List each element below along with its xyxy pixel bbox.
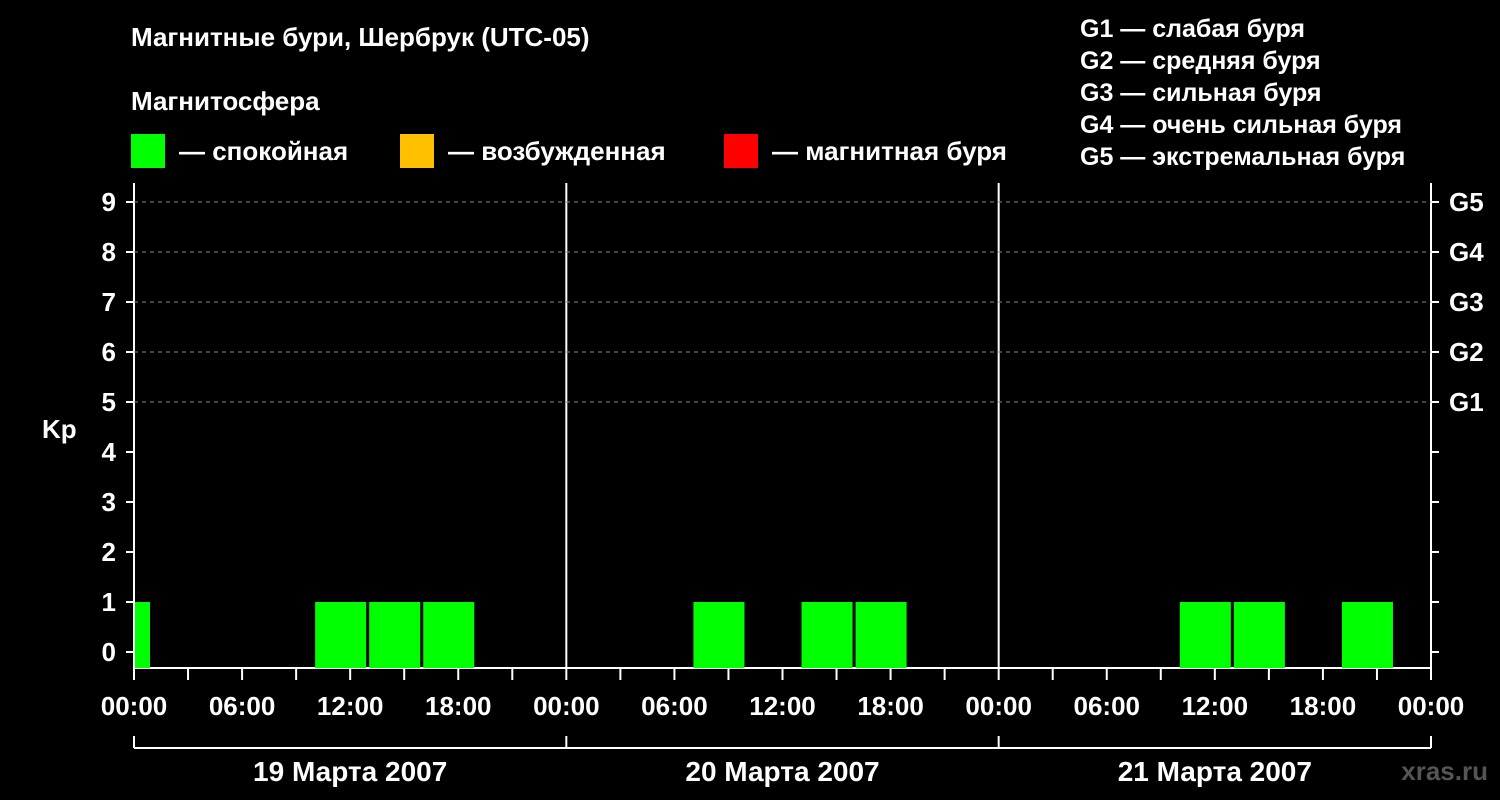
kp-bar <box>1341 602 1393 668</box>
g-level-label: G5 <box>1449 187 1484 217</box>
x-tick-label: 18:00 <box>425 691 492 721</box>
y-tick-label: 2 <box>102 537 116 567</box>
kp-bar <box>423 602 475 668</box>
y-tick-label: 1 <box>102 587 116 617</box>
kp-chart: 0 1 2 3 4 5 6 7 8 9 G1 G2 G3 G4 G5 Kp 00:00 06:00 12:00 18:… <box>42 183 1484 787</box>
x-tick-label: 00:00 <box>533 691 600 721</box>
g-level-label: G2 <box>1449 337 1484 367</box>
kp-bar <box>693 602 745 668</box>
kp-bar <box>135 602 151 668</box>
y-tick-label: 0 <box>102 637 116 667</box>
g-level-label: G3 <box>1449 287 1484 317</box>
kp-bar <box>1233 602 1285 668</box>
y-tick-label: 3 <box>102 487 116 517</box>
y-tick-label: 7 <box>102 287 116 317</box>
x-tick-label: 06:00 <box>1074 691 1141 721</box>
g-level-label: G1 <box>1449 387 1484 417</box>
y-tick-label: 4 <box>102 437 117 467</box>
y-tick-label: 8 <box>102 237 116 267</box>
x-tick-label: 12:00 <box>749 691 816 721</box>
day-label: 19 Марта 2007 <box>253 756 447 787</box>
y-axis-title: Kp <box>42 414 77 444</box>
x-tick-label: 18:00 <box>857 691 924 721</box>
kp-bar <box>855 602 907 668</box>
x-tick-label: 00:00 <box>965 691 1032 721</box>
kp-bar <box>369 602 421 668</box>
x-tick-label: 12:00 <box>1182 691 1249 721</box>
kp-bar <box>801 602 853 668</box>
kp-bar <box>315 602 367 668</box>
watermark: xras.ru <box>1401 756 1488 786</box>
day-label: 20 Марта 2007 <box>685 756 879 787</box>
day-label: 21 Марта 2007 <box>1118 756 1312 787</box>
y-tick-label: 6 <box>102 337 116 367</box>
kp-bar <box>1179 602 1231 668</box>
y-tick-label: 9 <box>102 187 116 217</box>
g-level-label: G4 <box>1449 237 1484 267</box>
x-tick-label: 06:00 <box>641 691 708 721</box>
x-tick-label: 12:00 <box>317 691 384 721</box>
y-tick-label: 5 <box>102 387 116 417</box>
x-tick-label: 00:00 <box>1398 691 1465 721</box>
x-tick-label: 00:00 <box>101 691 168 721</box>
x-tick-label: 06:00 <box>209 691 276 721</box>
x-tick-label: 18:00 <box>1290 691 1357 721</box>
